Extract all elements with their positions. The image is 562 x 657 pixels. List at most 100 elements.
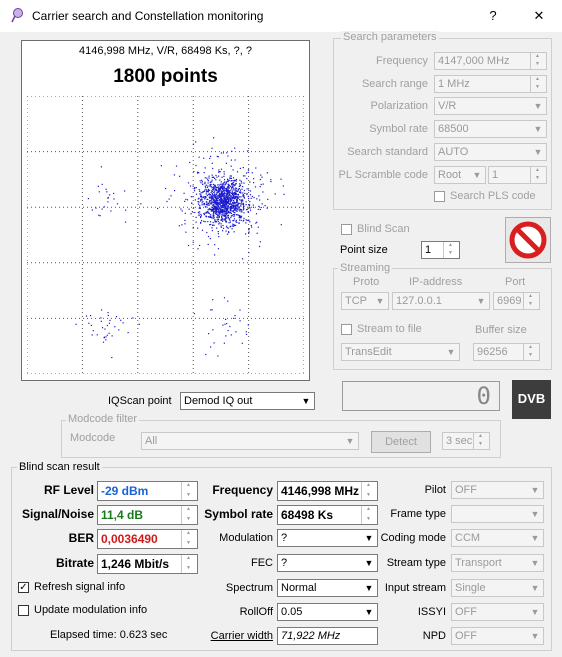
constellation-point [205, 353, 207, 356]
constellation-point [240, 200, 242, 202]
constellation-point [224, 323, 226, 325]
coding-mode-select[interactable]: CCM ▼ [451, 529, 544, 547]
constellation-point [102, 341, 105, 343]
input-stream-select[interactable]: Single ▼ [451, 579, 544, 597]
polarization-select[interactable]: V/R ▼ [434, 97, 547, 115]
constellation-point [206, 186, 209, 188]
point-size-spinner[interactable]: 1 [421, 241, 460, 259]
blind-scan-result-title: Blind scan result [17, 461, 102, 473]
frequency-spinner[interactable]: 4147,000 MHz [434, 52, 547, 70]
constellation-point [230, 212, 232, 215]
update-modulation-info-checkbox[interactable] [18, 605, 29, 616]
constellation-point [218, 175, 220, 177]
rolloff-select[interactable]: 0.05 ▼ [277, 603, 378, 621]
frame-type-select[interactable]: ▼ [451, 505, 544, 523]
constellation-point [206, 177, 208, 179]
constellation-point [194, 199, 196, 201]
constellation-point [218, 216, 220, 218]
constellation-point [214, 196, 217, 198]
symbol-rate-select[interactable]: 68500 ▼ [434, 120, 547, 138]
npd-select[interactable]: OFF ▼ [451, 627, 544, 645]
constellation-point [75, 323, 77, 325]
constellation-point [251, 195, 253, 198]
constellation-point [229, 194, 231, 196]
constellation-point [225, 212, 227, 214]
detect-interval-spinner[interactable]: 3 sec [442, 432, 490, 450]
spectrum-select[interactable]: Normal ▼ [277, 579, 378, 597]
constellation-point [198, 214, 200, 217]
constellation-point [223, 297, 226, 299]
buffer-size-spinner[interactable]: 96256 [473, 343, 540, 361]
stream-to-file-checkbox[interactable] [341, 324, 352, 335]
constellation-point [199, 180, 201, 182]
modulation-select[interactable]: ? ▼ [277, 529, 378, 547]
constellation-point [224, 214, 226, 216]
constellation-point [253, 182, 255, 184]
constellation-point [220, 209, 222, 211]
constellation-point [208, 175, 210, 177]
constellation-point [213, 137, 215, 139]
iqscan-point-select[interactable]: Demod IQ out ▼ [180, 392, 315, 410]
constellation-point [214, 177, 216, 179]
constellation-point [225, 162, 227, 164]
constellation-point [223, 211, 225, 213]
constellation-point [220, 181, 222, 183]
proto-select[interactable]: TCP ▼ [341, 292, 389, 310]
constellation-point [239, 202, 241, 205]
stream-target-select[interactable]: TransEdit ▼ [341, 343, 460, 361]
constellation-point [199, 244, 201, 247]
constellation-point [236, 210, 238, 212]
port-spinner[interactable]: 6969 [493, 292, 540, 310]
pilot-select[interactable]: OFF ▼ [451, 481, 544, 499]
close-button[interactable]: ✕ [524, 4, 554, 28]
refresh-signal-info-checkbox[interactable]: ✓ [18, 582, 29, 593]
ber-value: 0,0036490 [97, 529, 198, 549]
stop-button[interactable] [505, 217, 551, 263]
constellation-point [211, 189, 214, 191]
search-pls-checkbox[interactable] [434, 191, 445, 202]
constellation-point [212, 224, 214, 226]
constellation-point [222, 199, 224, 201]
detect-button[interactable]: Detect [371, 431, 431, 453]
constellation-point [246, 208, 249, 210]
constellation-point [217, 200, 219, 202]
constellation-point [215, 179, 217, 181]
constellation-point [216, 192, 218, 194]
constellation-point [232, 169, 234, 171]
search-range-spinner[interactable]: 1 MHz [434, 75, 547, 93]
carrier-width-label[interactable]: Carrier width [200, 630, 273, 642]
constellation-point [195, 187, 197, 189]
constellation-point [211, 187, 213, 189]
constellation-point [232, 198, 234, 200]
constellation-point [217, 216, 219, 218]
constellation-point [240, 209, 242, 211]
stream-type-select[interactable]: Transport ▼ [451, 554, 544, 572]
issyi-select[interactable]: OFF ▼ [451, 603, 544, 621]
constellation-point [214, 199, 216, 201]
fec-select[interactable]: ? ▼ [277, 554, 378, 572]
help-button[interactable]: ? [478, 4, 508, 28]
search-standard-select[interactable]: AUTO ▼ [434, 143, 547, 161]
constellation-point [201, 202, 203, 204]
port-label: Port [505, 276, 526, 288]
constellation-point [239, 217, 241, 219]
constellation-point [105, 188, 107, 190]
ip-address-select[interactable]: 127.0.0.1 ▼ [392, 292, 490, 310]
constellation-point [228, 222, 230, 224]
constellation-point [243, 182, 245, 184]
constellation-point [99, 215, 101, 217]
constellation-point [216, 210, 218, 212]
constellation-point [230, 203, 232, 205]
result-symbol-rate-label: Symbol rate [204, 507, 273, 521]
constellation-point [195, 216, 197, 218]
constellation-point [217, 184, 219, 186]
blind-scan-checkbox[interactable] [341, 224, 352, 235]
pl-scramble-code-spinner[interactable]: 1 [488, 166, 547, 184]
constellation-point [233, 188, 235, 190]
constellation-point [140, 203, 142, 205]
pl-scramble-mode-select[interactable]: Root ▼ [434, 166, 486, 184]
constellation-point [227, 198, 229, 200]
modcode-select[interactable]: All ▼ [141, 432, 359, 450]
constellation-point [237, 195, 239, 197]
constellation-point [205, 201, 207, 203]
